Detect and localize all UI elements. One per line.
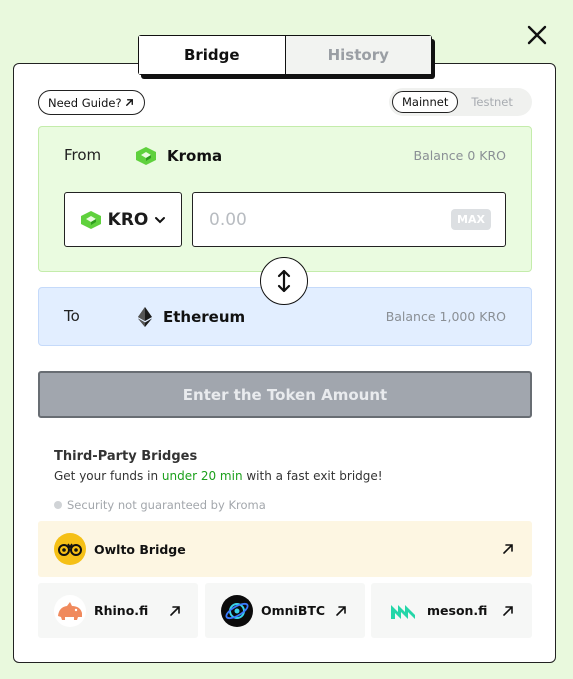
tab-bar: Bridge History xyxy=(138,35,432,75)
meson-logo-icon xyxy=(387,595,419,627)
amount-input[interactable] xyxy=(207,207,441,233)
from-label: From xyxy=(64,146,102,164)
from-chain: Kroma xyxy=(135,146,222,166)
external-link-icon xyxy=(170,606,180,616)
tab-history[interactable]: History xyxy=(285,36,431,74)
security-note: Security not guaranteed by Kroma xyxy=(54,498,266,512)
to-balance: Balance 1,000 KRO xyxy=(385,309,506,324)
owlto-bridge-link[interactable]: Owlto Bridge xyxy=(38,521,532,577)
rhino-fi-name: Rhino.fi xyxy=(94,603,149,618)
info-dot-icon xyxy=(54,501,62,509)
desc-prefix: Get your funds in xyxy=(54,469,162,483)
token-symbol: KRO xyxy=(107,209,149,230)
security-note-text: Security not guaranteed by Kroma xyxy=(67,498,266,512)
kro-token-icon xyxy=(80,210,101,229)
external-link-icon xyxy=(125,99,133,106)
desc-highlight: under 20 min xyxy=(161,469,243,483)
close-icon xyxy=(527,25,547,45)
testnet-option[interactable]: Testnet xyxy=(462,92,522,112)
need-guide-label: Need Guide? xyxy=(48,95,122,110)
max-button[interactable]: MAX xyxy=(451,209,491,230)
swap-vertical-icon xyxy=(277,269,291,293)
third-party-description: Get your funds in under 20 min with a fa… xyxy=(54,469,383,483)
amount-field: MAX xyxy=(192,192,506,247)
to-chain: Ethereum xyxy=(137,307,245,327)
omnibtc-logo-icon xyxy=(221,594,253,627)
from-balance: Balance 0 KRO xyxy=(413,148,506,163)
mainnet-option[interactable]: Mainnet xyxy=(392,91,459,113)
to-label: To xyxy=(64,307,80,325)
owlto-logo-icon xyxy=(54,533,86,565)
external-link-icon xyxy=(336,606,346,616)
from-chain-name: Kroma xyxy=(167,147,223,165)
third-party-title: Third-Party Bridges xyxy=(54,449,198,464)
swap-direction-button[interactable] xyxy=(260,257,308,305)
owlto-bridge-name: Owlto Bridge xyxy=(94,541,186,557)
close-button[interactable] xyxy=(524,22,550,48)
meson-fi-link[interactable]: meson.fi xyxy=(371,583,532,638)
external-link-icon xyxy=(503,544,513,554)
ethereum-logo-icon xyxy=(138,307,152,327)
network-toggle: Mainnet Testnet xyxy=(389,88,532,116)
meson-fi-name: meson.fi xyxy=(427,603,488,618)
rhino-fi-link[interactable]: Rhino.fi xyxy=(38,583,198,638)
kroma-logo-icon xyxy=(136,147,156,165)
to-chain-name: Ethereum xyxy=(163,308,246,326)
desc-suffix: with a fast exit bridge! xyxy=(242,469,383,483)
tab-bridge[interactable]: Bridge xyxy=(139,36,286,74)
from-panel: From Kroma Balance 0 KRO KRO MAX xyxy=(38,126,532,272)
chevron-down-icon xyxy=(155,216,166,223)
enter-amount-button[interactable]: Enter the Token Amount xyxy=(38,371,532,418)
omnibtc-link[interactable]: OmniBTC xyxy=(205,583,365,638)
token-select[interactable]: KRO xyxy=(64,192,182,247)
external-link-icon xyxy=(503,606,513,616)
need-guide-button[interactable]: Need Guide? xyxy=(38,90,145,115)
rhino-logo-icon xyxy=(54,594,86,627)
omnibtc-name: OmniBTC xyxy=(261,603,326,618)
